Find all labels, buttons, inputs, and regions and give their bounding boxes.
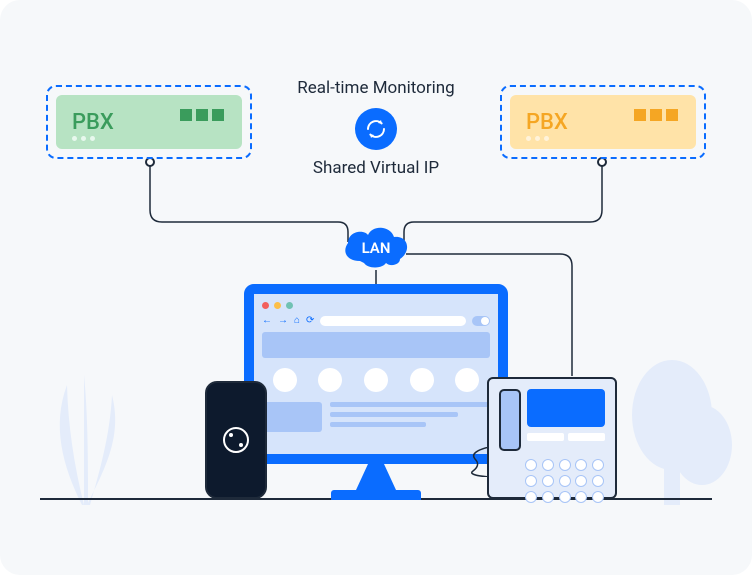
refresh-icon: ⟳ bbox=[306, 315, 314, 326]
pbx-node-secondary: PBX bbox=[500, 85, 706, 159]
app-logo-icon bbox=[223, 427, 249, 453]
keypad bbox=[525, 459, 605, 503]
pbx-device: PBX bbox=[56, 95, 242, 149]
window-controls bbox=[262, 302, 490, 309]
page-content bbox=[262, 402, 490, 432]
phone-display bbox=[527, 389, 605, 427]
plant-decoration-left bbox=[12, 305, 162, 505]
handset bbox=[499, 389, 521, 451]
pbx-label: PBX bbox=[526, 110, 568, 135]
status-dots bbox=[526, 136, 549, 141]
heading-monitoring: Real-time Monitoring bbox=[276, 78, 476, 98]
toggle-switch bbox=[472, 316, 490, 326]
home-icon: ⌂ bbox=[294, 315, 300, 326]
url-bar bbox=[320, 316, 466, 326]
pbx-node-primary: PBX bbox=[46, 85, 252, 159]
back-icon: ← bbox=[262, 315, 272, 326]
pbx-label: PBX bbox=[72, 110, 114, 135]
ip-phone-device bbox=[487, 377, 617, 499]
indicator-squares bbox=[634, 109, 678, 121]
phone-cord bbox=[469, 447, 489, 477]
lan-cloud: LAN bbox=[338, 221, 414, 273]
indicator-squares bbox=[180, 109, 224, 121]
page-avatars bbox=[262, 368, 490, 392]
page-hero bbox=[262, 332, 490, 358]
plant-decoration-right bbox=[612, 325, 742, 505]
browser-nav: ← → ⌂ ⟳ bbox=[262, 315, 490, 326]
sync-icon bbox=[355, 108, 397, 150]
forward-icon: → bbox=[278, 315, 288, 326]
diagram-canvas: PBX PBX Real-time Monitoring Shared Virt… bbox=[0, 0, 752, 575]
pbx-device: PBX bbox=[510, 95, 696, 149]
heading-shared-ip: Shared Virtual IP bbox=[276, 158, 476, 178]
cloud-label: LAN bbox=[362, 239, 391, 257]
mobile-client bbox=[205, 381, 267, 499]
status-dots bbox=[72, 136, 95, 141]
browser-window: ← → ⌂ ⟳ bbox=[244, 284, 508, 464]
